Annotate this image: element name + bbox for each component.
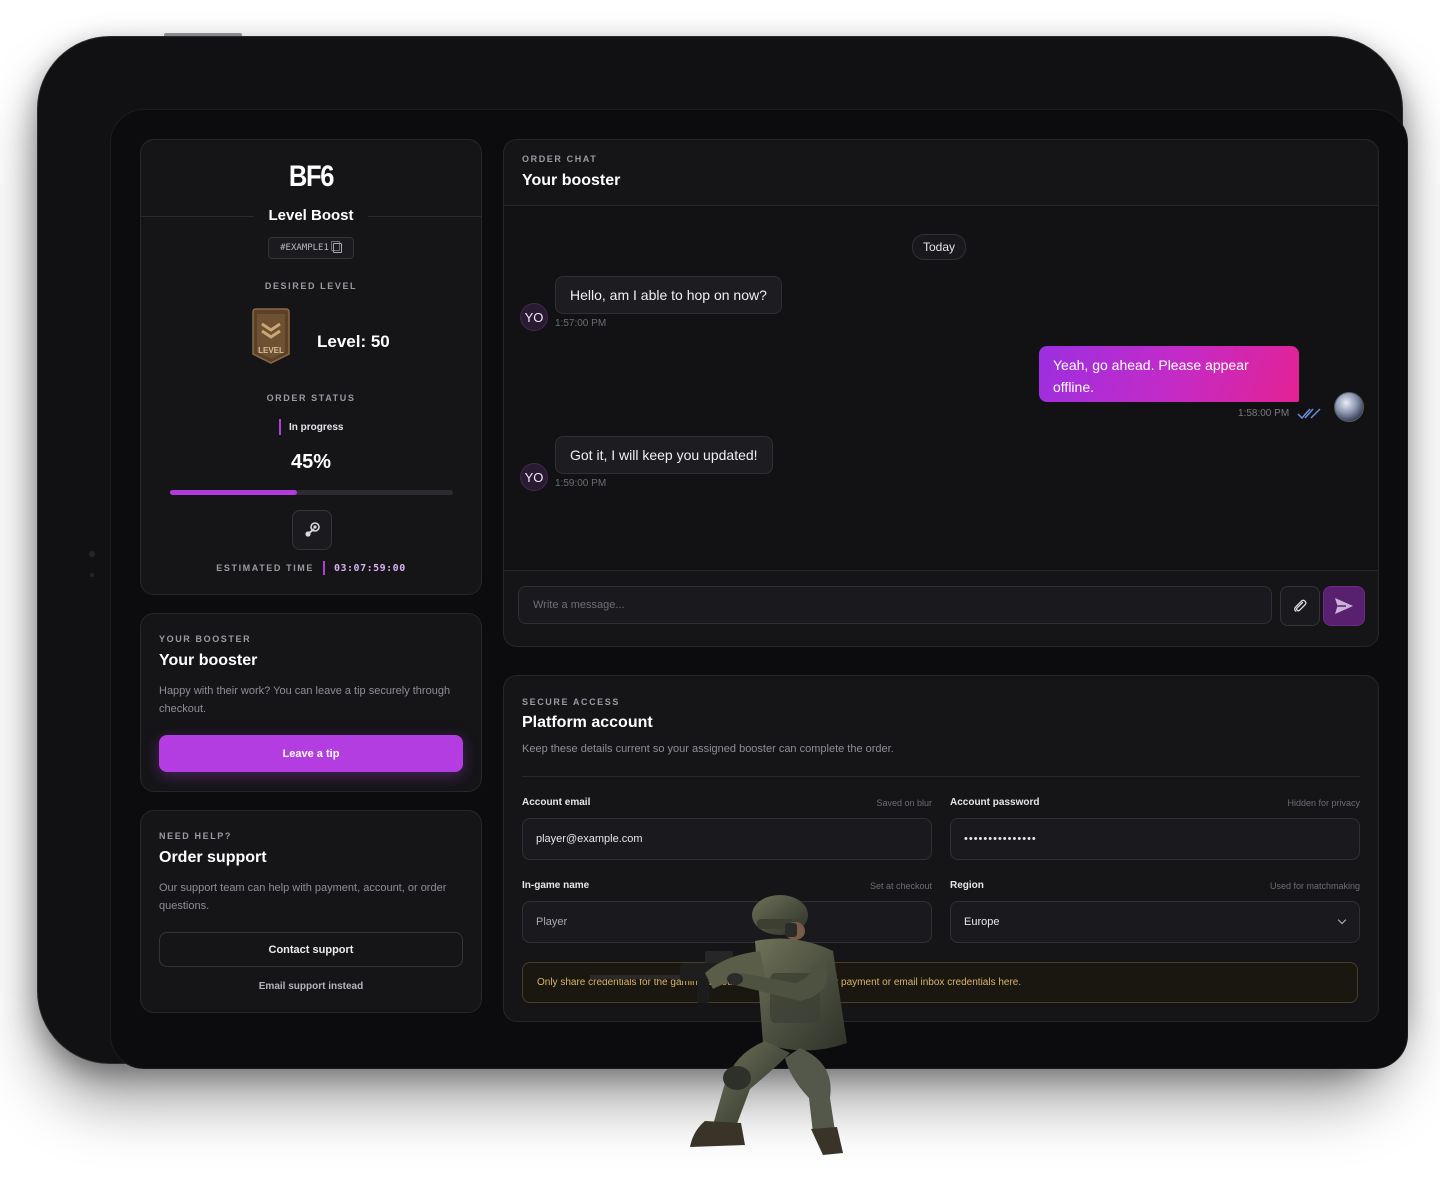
- support-title: Order support: [159, 849, 267, 866]
- order-chat-card: ORDER CHAT Your booster Today YO Hello, …: [503, 139, 1379, 647]
- chat-messages[interactable]: Today YO Hello, am I able to hop on now?…: [504, 206, 1378, 570]
- password-field[interactable]: •••••••••••••••: [950, 818, 1360, 860]
- progress-fill: [170, 490, 298, 495]
- copy-icon[interactable]: [330, 241, 342, 253]
- message-input[interactable]: [518, 586, 1272, 624]
- chat-eyebrow: ORDER CHAT: [522, 154, 598, 164]
- email-label: Account email: [522, 797, 591, 808]
- progress-percent: 45%: [290, 451, 332, 473]
- order-id-chip[interactable]: #EXAMPLE1: [268, 237, 354, 259]
- email-support-link[interactable]: Email support instead: [141, 981, 481, 992]
- date-divider: Today: [912, 234, 967, 260]
- booster-avatar: YO: [520, 303, 548, 331]
- estimated-time-row: ESTIMATED TIME 03:07:59:00: [141, 561, 481, 575]
- account-title: Platform account: [522, 714, 653, 731]
- booster-tip-card: YOUR BOOSTER Your booster Happy with the…: [140, 613, 482, 792]
- support-body: Our support team can help with payment, …: [159, 882, 447, 912]
- booster-body: Happy with their work? You can leave a t…: [159, 685, 451, 715]
- send-button[interactable]: [1323, 586, 1365, 626]
- eta-separator: [323, 561, 325, 575]
- attach-button[interactable]: [1280, 586, 1320, 626]
- outgoing-meta: 1:58:00 PM: [1238, 408, 1321, 419]
- chat-composer: [504, 570, 1378, 646]
- contact-support-button[interactable]: Contact support: [159, 932, 463, 967]
- chevron-down-icon: [1337, 915, 1347, 925]
- level-badge-icon: LEVEL: [252, 308, 290, 364]
- email-hint: Saved on blur: [876, 798, 932, 808]
- password-label: Account password: [950, 797, 1040, 808]
- estimated-time-value: 03:07:59:00: [334, 562, 406, 574]
- paperclip-icon: [1294, 599, 1307, 612]
- region-hint: Used for matchmaking: [1269, 881, 1360, 891]
- chat-header: ORDER CHAT Your booster: [504, 140, 1378, 206]
- level-badge-text: LEVEL: [258, 346, 284, 355]
- email-field[interactable]: player@example.com: [522, 818, 932, 860]
- leave-tip-button[interactable]: Leave a tip: [159, 735, 463, 772]
- desired-level-label: DESIRED LEVEL: [264, 281, 358, 291]
- sensor-dot: [90, 573, 94, 577]
- status-badge: In progress: [279, 419, 343, 435]
- message-time: 1:59:00 PM: [555, 478, 607, 489]
- steam-icon: [305, 522, 320, 537]
- steam-button[interactable]: [292, 510, 332, 550]
- incoming-message: Hello, am I able to hop on now?: [555, 276, 782, 314]
- account-description: Keep these details current so your assig…: [522, 743, 894, 755]
- booster-title: Your booster: [159, 652, 258, 669]
- desired-level-value: Level: 50: [317, 332, 390, 351]
- incoming-message: Got it, I will keep you updated!: [555, 436, 773, 474]
- region-select[interactable]: Europe: [950, 901, 1360, 943]
- chat-title: Your booster: [522, 172, 621, 189]
- order-id-text: #EXAMPLE1: [280, 243, 329, 253]
- order-support-card: NEED HELP? Order support Our support tea…: [140, 810, 482, 1013]
- outgoing-message: Yeah, go ahead. Please appear offline.: [1039, 346, 1299, 402]
- progress-bar: [170, 490, 453, 495]
- region-value: Europe: [964, 916, 1000, 928]
- support-eyebrow: NEED HELP?: [159, 831, 233, 841]
- message-time: 1:57:00 PM: [555, 318, 607, 329]
- region-label: Region: [950, 880, 984, 891]
- ign-label: In-game name: [522, 880, 590, 891]
- account-eyebrow: SECURE ACCESS: [522, 697, 620, 707]
- soldier-figure: [590, 895, 847, 1155]
- booster-avatar: YO: [520, 463, 548, 491]
- booster-eyebrow: YOUR BOOSTER: [159, 634, 252, 644]
- password-hint: Hidden for privacy: [1287, 798, 1360, 808]
- send-icon: [1335, 598, 1353, 614]
- order-status-label: ORDER STATUS: [266, 393, 356, 403]
- estimated-time-label: ESTIMATED TIME: [216, 563, 314, 573]
- order-summary-card: BF6 Level Boost #EXAMPLE1 DESIRED LEVEL …: [140, 139, 482, 595]
- ign-hint: Set at checkout: [869, 881, 932, 891]
- read-receipt-icon: [1297, 408, 1321, 419]
- message-time: 1:58:00 PM: [1238, 408, 1290, 419]
- user-avatar: [1334, 392, 1364, 422]
- order-title: Level Boost: [254, 207, 368, 224]
- game-logo: BF6: [288, 160, 335, 193]
- camera-dot: [89, 551, 95, 557]
- account-divider: [522, 776, 1360, 777]
